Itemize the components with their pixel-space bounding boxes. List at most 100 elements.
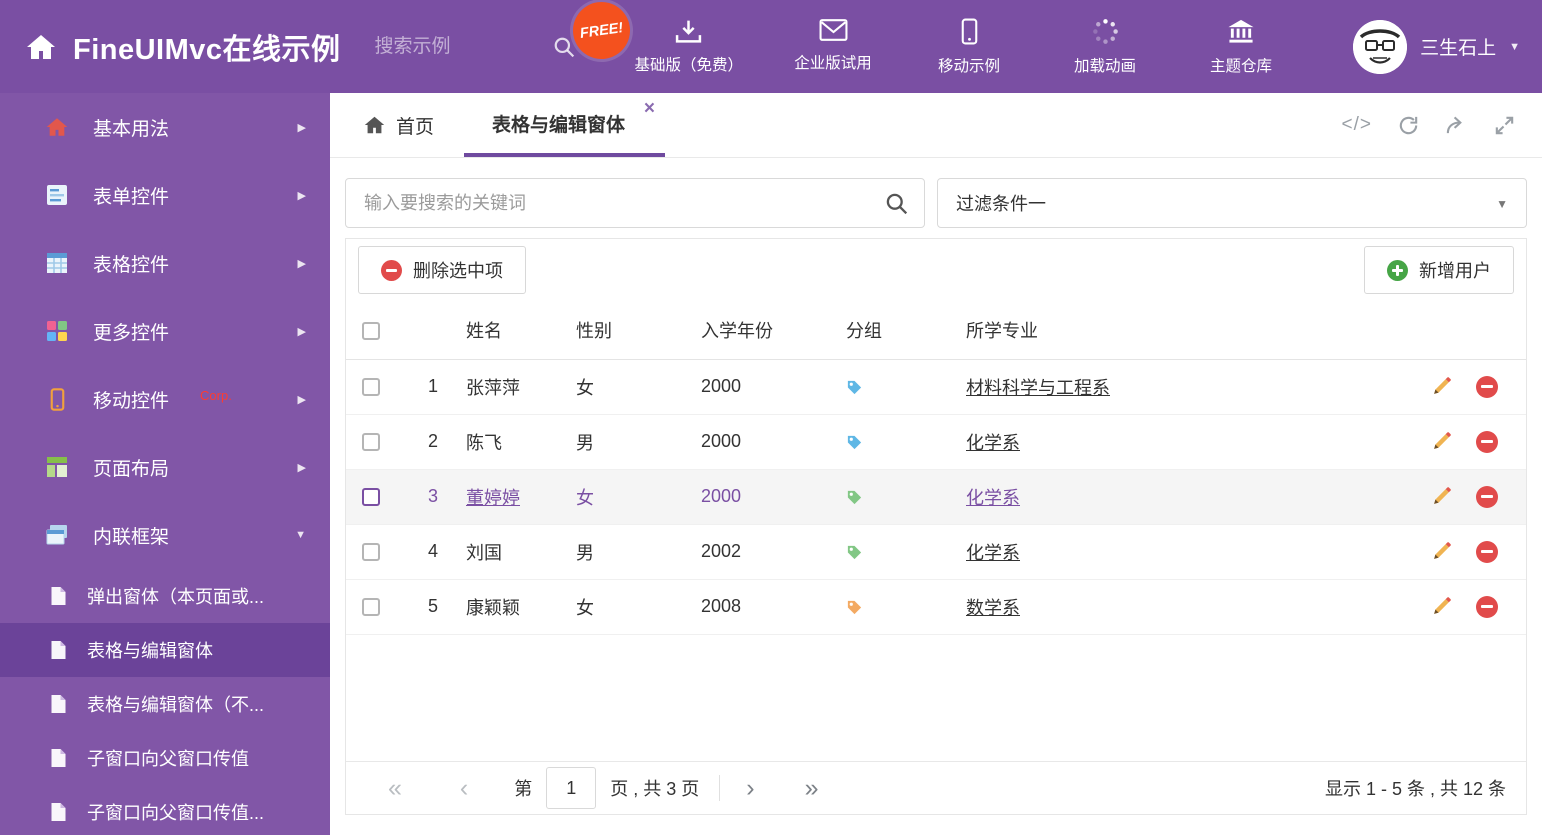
table-row[interactable]: 2 陈飞 男 2000 化学系 — [346, 414, 1526, 470]
sidebar-item-inline-frame[interactable]: 内联框架 ▼ — [0, 501, 330, 569]
mobile-controls-icon — [46, 387, 68, 411]
sidebar-item-table-controls[interactable]: 表格控件 ▶ — [0, 229, 330, 297]
delete-row-icon[interactable] — [1476, 430, 1498, 453]
chevron-right-icon: ▶ — [297, 189, 306, 202]
next-page-button[interactable]: › — [746, 775, 754, 801]
expand-icon[interactable] — [1493, 114, 1516, 137]
chevron-right-icon: ▶ — [297, 461, 306, 474]
major-link[interactable]: 化学系 — [966, 488, 1020, 508]
spinner-icon — [1092, 18, 1119, 45]
row-number: 3 — [396, 469, 438, 525]
filter-dropdown-value: 过滤条件一 — [956, 194, 1046, 214]
header-name: 姓名 — [438, 301, 576, 360]
sidebar-subitem-grid-edit-window[interactable]: 表格与编辑窗体 — [0, 623, 330, 677]
header-year: 入学年份 — [701, 301, 846, 360]
tab-home[interactable]: 首页 — [348, 93, 450, 157]
prev-page-button[interactable]: ‹ — [460, 775, 468, 801]
major-link[interactable]: 化学系 — [966, 433, 1020, 453]
cell-name: 康颖颖 — [438, 579, 576, 635]
row-checkbox[interactable] — [362, 378, 380, 397]
page-number-input[interactable] — [546, 767, 597, 809]
cell-gender: 女 — [576, 469, 701, 525]
nav-basic-edition[interactable]: FREE! 基础版（免费） — [568, 0, 743, 76]
edit-pencil-icon[interactable] — [1431, 541, 1452, 562]
sidebar-item-mobile-controls[interactable]: 移动控件 Corp. ▶ — [0, 365, 330, 433]
header-major: 所学专业 — [966, 301, 1408, 360]
nav-enterprise-trial[interactable]: 企业版试用 — [787, 18, 879, 76]
grid-toolbar: 删除选中项 新增用户 — [346, 239, 1526, 301]
divider — [719, 775, 721, 801]
sidebar-subitem-grid-edit-window-2[interactable]: 表格与编辑窗体（不... — [0, 677, 330, 731]
source-code-icon[interactable]: </> — [1342, 114, 1372, 136]
filter-dropdown[interactable]: 过滤条件一 ▼ — [937, 178, 1527, 228]
nav-label: 加载动画 — [1074, 57, 1137, 75]
cell-year: 2002 — [701, 524, 846, 580]
search-icon[interactable] — [553, 36, 575, 58]
sidebar-item-form-controls[interactable]: 表单控件 ▶ — [0, 161, 330, 229]
chevron-right-icon: ▶ — [297, 121, 306, 134]
close-icon[interactable]: × — [644, 99, 655, 118]
major-link[interactable]: 化学系 — [966, 543, 1020, 563]
table-row[interactable]: 1 张萍萍 女 2000 材料科学与工程系 — [346, 359, 1526, 415]
row-checkbox[interactable] — [362, 488, 380, 507]
edit-pencil-icon[interactable] — [1431, 431, 1452, 452]
table-row-selected[interactable]: 3 董婷婷 女 2000 化学系 — [346, 469, 1526, 525]
row-checkbox[interactable] — [362, 433, 380, 452]
delete-selected-button[interactable]: 删除选中项 — [358, 246, 526, 294]
cell-gender: 男 — [576, 524, 701, 580]
sidebar-item-label: 表格控件 — [93, 254, 170, 276]
last-page-button[interactable]: » — [805, 775, 819, 801]
edit-pencil-icon[interactable] — [1431, 486, 1452, 507]
keyword-search-input[interactable] — [346, 179, 924, 227]
filter-row: 过滤条件一 ▼ — [345, 178, 1527, 228]
sidebar-subitem-child-to-parent[interactable]: 子窗口向父窗口传值 — [0, 731, 330, 785]
sidebar-subitem-child-to-parent-2[interactable]: 子窗口向父窗口传值... — [0, 785, 330, 835]
user-menu[interactable]: 三生石上 ▼ — [1353, 19, 1520, 74]
sidebar-subitem-popup-window[interactable]: 弹出窗体（本页面或... — [0, 569, 330, 623]
tab-grid-edit-window[interactable]: 表格与编辑窗体 × — [464, 93, 666, 157]
edit-pencil-icon[interactable] — [1431, 376, 1452, 397]
chevron-right-icon: ▶ — [297, 393, 306, 406]
sidebar-item-basic-usage[interactable]: 基本用法 ▶ — [0, 93, 330, 161]
nav-mobile-demo[interactable]: 移动示例 — [923, 18, 1015, 76]
tag-icon — [846, 599, 863, 616]
delete-row-icon[interactable] — [1476, 375, 1498, 398]
edit-pencil-icon[interactable] — [1431, 596, 1452, 617]
refresh-icon[interactable] — [1397, 114, 1420, 137]
add-user-button[interactable]: 新增用户 — [1364, 246, 1514, 294]
page-label-prefix: 第 — [514, 779, 533, 799]
nav-theme-store[interactable]: 主题仓库 — [1195, 18, 1287, 76]
delete-row-icon[interactable] — [1476, 595, 1498, 618]
open-in-new-icon[interactable] — [1445, 114, 1468, 137]
table-row[interactable]: 4 刘国 男 2002 化学系 — [346, 524, 1526, 580]
download-icon — [675, 18, 702, 44]
search-icon[interactable] — [885, 192, 908, 215]
nav-loading-animation[interactable]: 加载动画 — [1059, 18, 1151, 76]
sidebar-item-page-layout[interactable]: 页面布局 ▶ — [0, 433, 330, 501]
layout-icon — [46, 456, 68, 478]
file-icon — [50, 640, 67, 660]
row-checkbox[interactable] — [362, 543, 380, 562]
major-link[interactable]: 数学系 — [966, 598, 1020, 618]
sidebar-subitem-label: 表格与编辑窗体（不... — [87, 695, 265, 715]
sidebar: 基本用法 ▶ 表单控件 ▶ 表格控件 ▶ 更多控件 ▶ 移动控件 Corp. ▶… — [0, 93, 330, 835]
delete-row-icon[interactable] — [1476, 485, 1498, 508]
major-link[interactable]: 材料科学与工程系 — [966, 378, 1110, 398]
sidebar-subitem-label: 子窗口向父窗口传值... — [87, 803, 265, 823]
sidebar-item-more-controls[interactable]: 更多控件 ▶ — [0, 297, 330, 365]
brand[interactable]: FineUIMvc在线示例 — [26, 26, 341, 68]
minus-circle-icon — [381, 259, 402, 281]
delete-row-icon[interactable] — [1476, 540, 1498, 563]
table-row[interactable]: 5 康颖颖 女 2008 数学系 — [346, 579, 1526, 635]
chevron-down-icon: ▼ — [295, 529, 306, 541]
select-all-checkbox[interactable] — [362, 321, 380, 340]
row-number: 1 — [396, 359, 438, 415]
row-checkbox[interactable] — [362, 598, 380, 617]
tab-label: 首页 — [396, 116, 435, 138]
first-page-button[interactable]: « — [388, 775, 402, 801]
header-search-input[interactable] — [374, 35, 535, 58]
row-number: 5 — [396, 579, 438, 635]
sidebar-item-label: 表单控件 — [93, 186, 170, 208]
nav-label: 主题仓库 — [1210, 57, 1273, 75]
mobile-icon — [961, 18, 978, 45]
